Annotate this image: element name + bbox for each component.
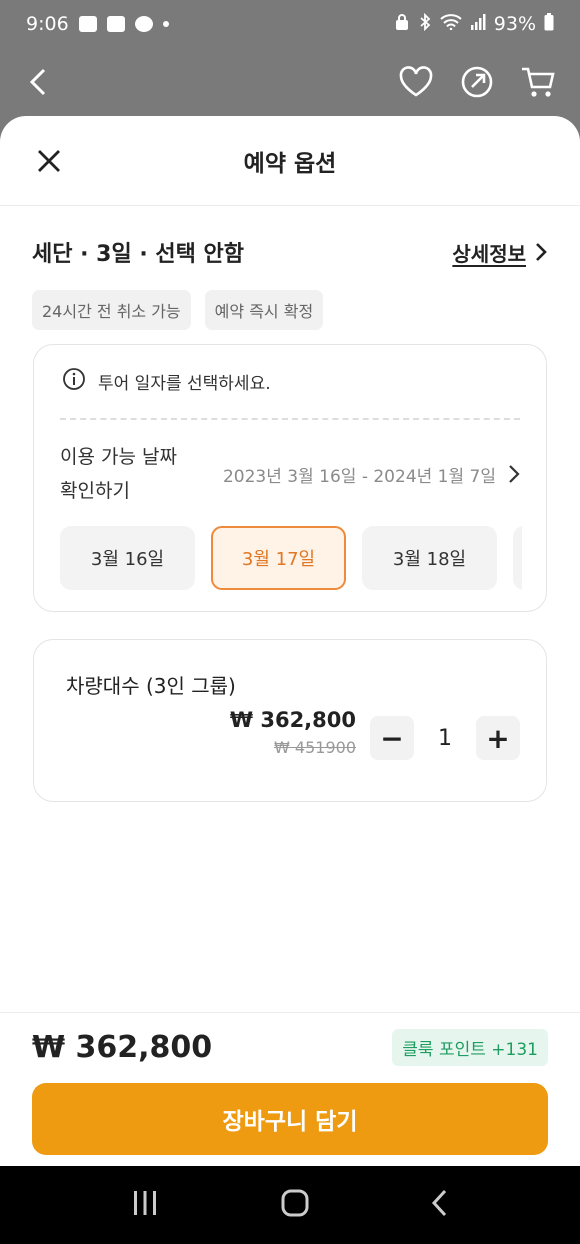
info-icon	[62, 367, 86, 396]
chevron-right-icon	[536, 243, 547, 261]
more-notifications-icon	[162, 21, 169, 27]
dashed-divider	[60, 418, 520, 420]
date-chip[interactable]: 3월 18일	[362, 526, 497, 590]
recent-apps-icon[interactable]	[130, 1189, 160, 1221]
wifi-icon	[440, 13, 462, 35]
product-tags: 24시간 전 취소 가능 예약 즉시 확정	[0, 290, 580, 330]
sheet-title: 예약 옵션	[243, 150, 337, 177]
product-name: 세단 · 3일 · 선택 안함	[32, 242, 244, 267]
unit-price: ₩ 362,800	[229, 708, 356, 732]
price-block: ₩ 362,800 ₩ 451900	[230, 708, 356, 757]
detail-info-label: 상세정보	[452, 241, 526, 266]
battery-icon	[544, 12, 554, 36]
tag-cancel-policy: 24시간 전 취소 가능	[32, 290, 191, 330]
date-chip-selected[interactable]: 3월 17일	[211, 526, 346, 590]
quantity-row: ₩ 362,800 ₩ 451900 − 1 +	[230, 708, 520, 760]
close-icon[interactable]	[34, 146, 64, 176]
gallery-notification-icon	[78, 16, 97, 32]
sheet-header: 예약 옵션	[0, 116, 580, 206]
product-row: 세단 · 3일 · 선택 안함 상세정보	[0, 236, 580, 268]
bluetooth-icon	[418, 12, 432, 36]
signal-icon	[470, 13, 486, 35]
decrease-button[interactable]: −	[370, 716, 414, 760]
back-nav-icon[interactable]	[430, 1188, 450, 1222]
date-chip-partial[interactable]	[513, 526, 522, 590]
original-price: ₩ 451900	[274, 738, 356, 757]
availability-range: 2023년 3월 16일 - 2024년 1월 7일	[223, 462, 520, 487]
share-icon[interactable]	[460, 65, 494, 99]
home-icon[interactable]	[280, 1188, 310, 1222]
back-arrow-icon[interactable]	[24, 67, 48, 97]
system-nav-bar	[0, 1166, 580, 1244]
quantity-stepper: − 1 +	[370, 716, 520, 760]
talk-notification-icon	[134, 16, 153, 32]
add-to-cart-button[interactable]: 장바구니 담기	[32, 1083, 548, 1155]
points-badge: 클룩 포인트 +131	[392, 1029, 548, 1066]
date-chip[interactable]: 3월 16일	[60, 526, 195, 590]
quantity-value: 1	[438, 725, 452, 751]
total-price: ₩ 362,800	[32, 1030, 213, 1065]
tag-instant-confirm: 예약 즉시 확정	[204, 290, 324, 330]
date-selection-card: 투어 일자를 선택하세요. 이용 가능 날짜 확인하기 2023년 3월 16일…	[33, 344, 547, 612]
total-row: ₩ 362,800 클룩 포인트 +131	[0, 1029, 580, 1066]
battery-percent: 93%	[493, 13, 536, 35]
increase-button[interactable]: +	[476, 716, 520, 760]
quantity-card: 차량대수 (3인 그룹) ₩ 362,800 ₩ 451900 − 1 +	[33, 639, 547, 802]
lock-icon	[394, 13, 410, 36]
heart-icon[interactable]	[398, 66, 434, 98]
status-bar: 9:06 93%	[0, 0, 580, 48]
date-info-text: 투어 일자를 선택하세요.	[98, 374, 271, 394]
chevron-right-icon	[509, 465, 520, 483]
detail-info-link[interactable]: 상세정보	[452, 238, 548, 267]
bottom-action-bar: ₩ 362,800 클룩 포인트 +131 장바구니 담기	[0, 1012, 580, 1166]
availability-row[interactable]: 이용 가능 날짜 확인하기 2023년 3월 16일 - 2024년 1월 7일	[34, 440, 546, 508]
date-info-row: 투어 일자를 선택하세요.	[34, 345, 546, 396]
status-time: 9:06	[26, 13, 69, 35]
date-range-text: 2023년 3월 16일 - 2024년 1월 7일	[222, 466, 496, 487]
cart-icon[interactable]	[520, 65, 556, 99]
reservation-options-sheet: 예약 옵션 세단 · 3일 · 선택 안함 상세정보 24시간 전 취소 가능 …	[0, 116, 580, 1166]
availability-label: 이용 가능 날짜 확인하기	[60, 446, 177, 502]
background-header	[0, 48, 580, 116]
app-notification-icon	[106, 16, 125, 32]
date-chips: 3월 16일 3월 17일 3월 18일	[34, 526, 522, 590]
quantity-title: 차량대수 (3인 그룹)	[66, 674, 236, 698]
